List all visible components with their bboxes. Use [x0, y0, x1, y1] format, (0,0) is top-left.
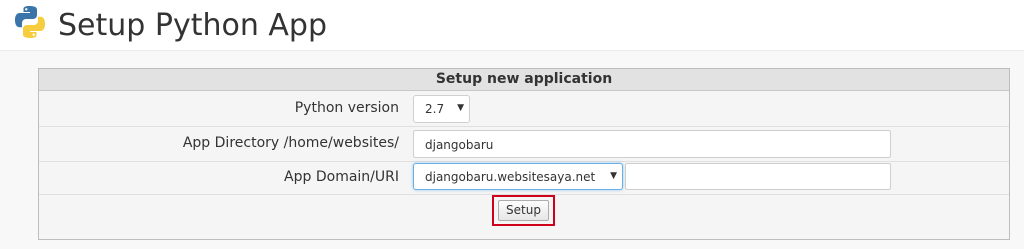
chevron-down-icon: ▼ — [610, 171, 617, 181]
page-title: Setup Python App — [58, 8, 327, 43]
python-version-value: 2.7 — [425, 102, 445, 116]
app-directory-value: djangobaru — [425, 138, 494, 152]
app-domain-select[interactable]: djangobaru.websitesaya.net ▼ — [413, 163, 623, 190]
setup-button[interactable]: Setup — [498, 200, 549, 221]
app-domain-value: djangobaru.websitesaya.net — [425, 170, 596, 184]
page-header: Setup Python App — [0, 0, 1024, 50]
app-directory-label: App Directory /home/websites/ — [182, 135, 399, 151]
app-domain-row: App Domain/URI djangobaru.websitesaya.ne… — [39, 162, 1009, 195]
panel-title: Setup new application — [39, 69, 1009, 91]
python-logo-icon — [12, 4, 48, 40]
app-directory-row: App Directory /home/websites/ djangobaru — [39, 127, 1009, 162]
setup-button-highlight: Setup — [492, 195, 555, 226]
app-directory-input[interactable]: djangobaru — [413, 130, 891, 158]
app-domain-label: App Domain/URI — [284, 169, 399, 185]
setup-panel: Setup new application Python version 2.7… — [38, 68, 1010, 240]
python-version-label: Python version — [294, 100, 399, 116]
python-version-row: Python version 2.7 ▼ — [39, 91, 1009, 127]
python-version-select[interactable]: 2.7 ▼ — [413, 95, 470, 123]
chevron-down-icon: ▼ — [457, 103, 464, 113]
setup-button-row: Setup — [39, 195, 1009, 239]
app-uri-input[interactable] — [625, 163, 891, 190]
